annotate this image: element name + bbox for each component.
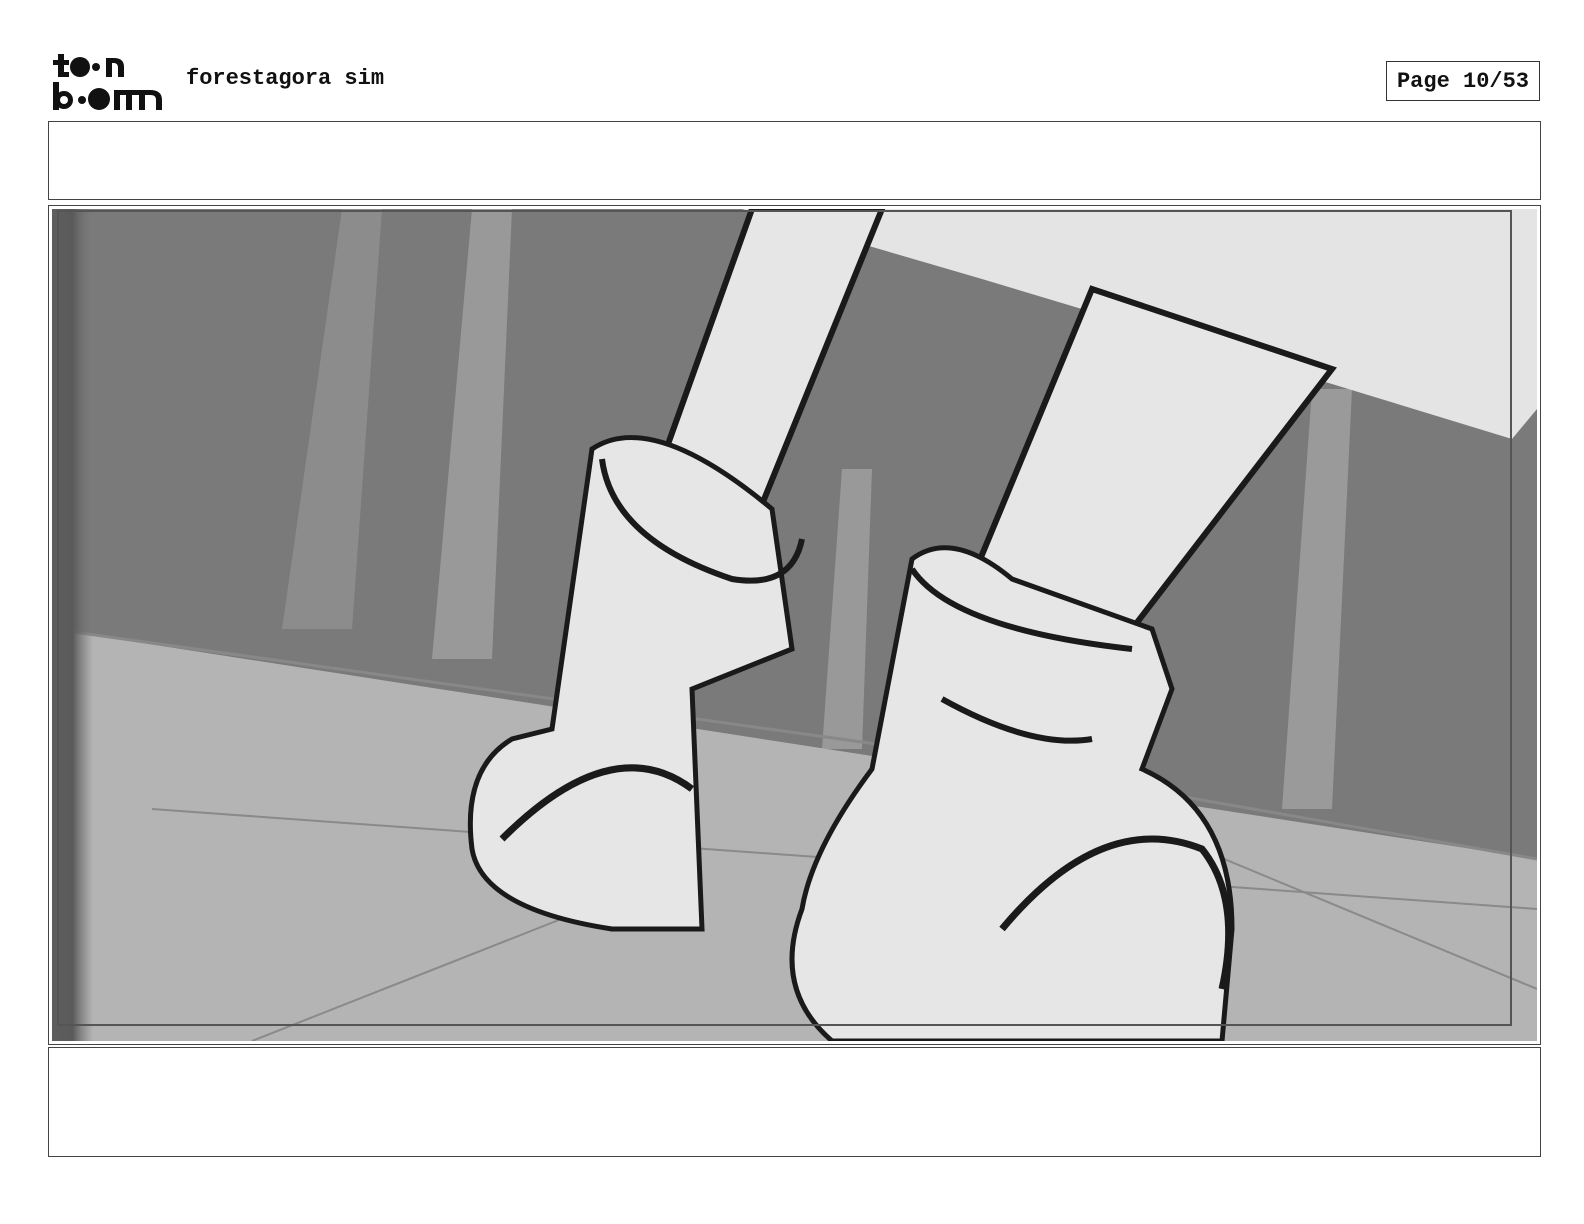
toon-boom-logo [53,54,162,110]
page-number: Page 10/53 [1386,61,1540,101]
storyboard-sketch-boots-icon [52,209,1537,1041]
action-notes-box [48,1047,1541,1157]
dialogue-notes-box [48,121,1541,200]
action-notes [49,1048,1540,1068]
dialogue-notes [49,122,1540,142]
project-title: forestagora sim [186,66,385,91]
